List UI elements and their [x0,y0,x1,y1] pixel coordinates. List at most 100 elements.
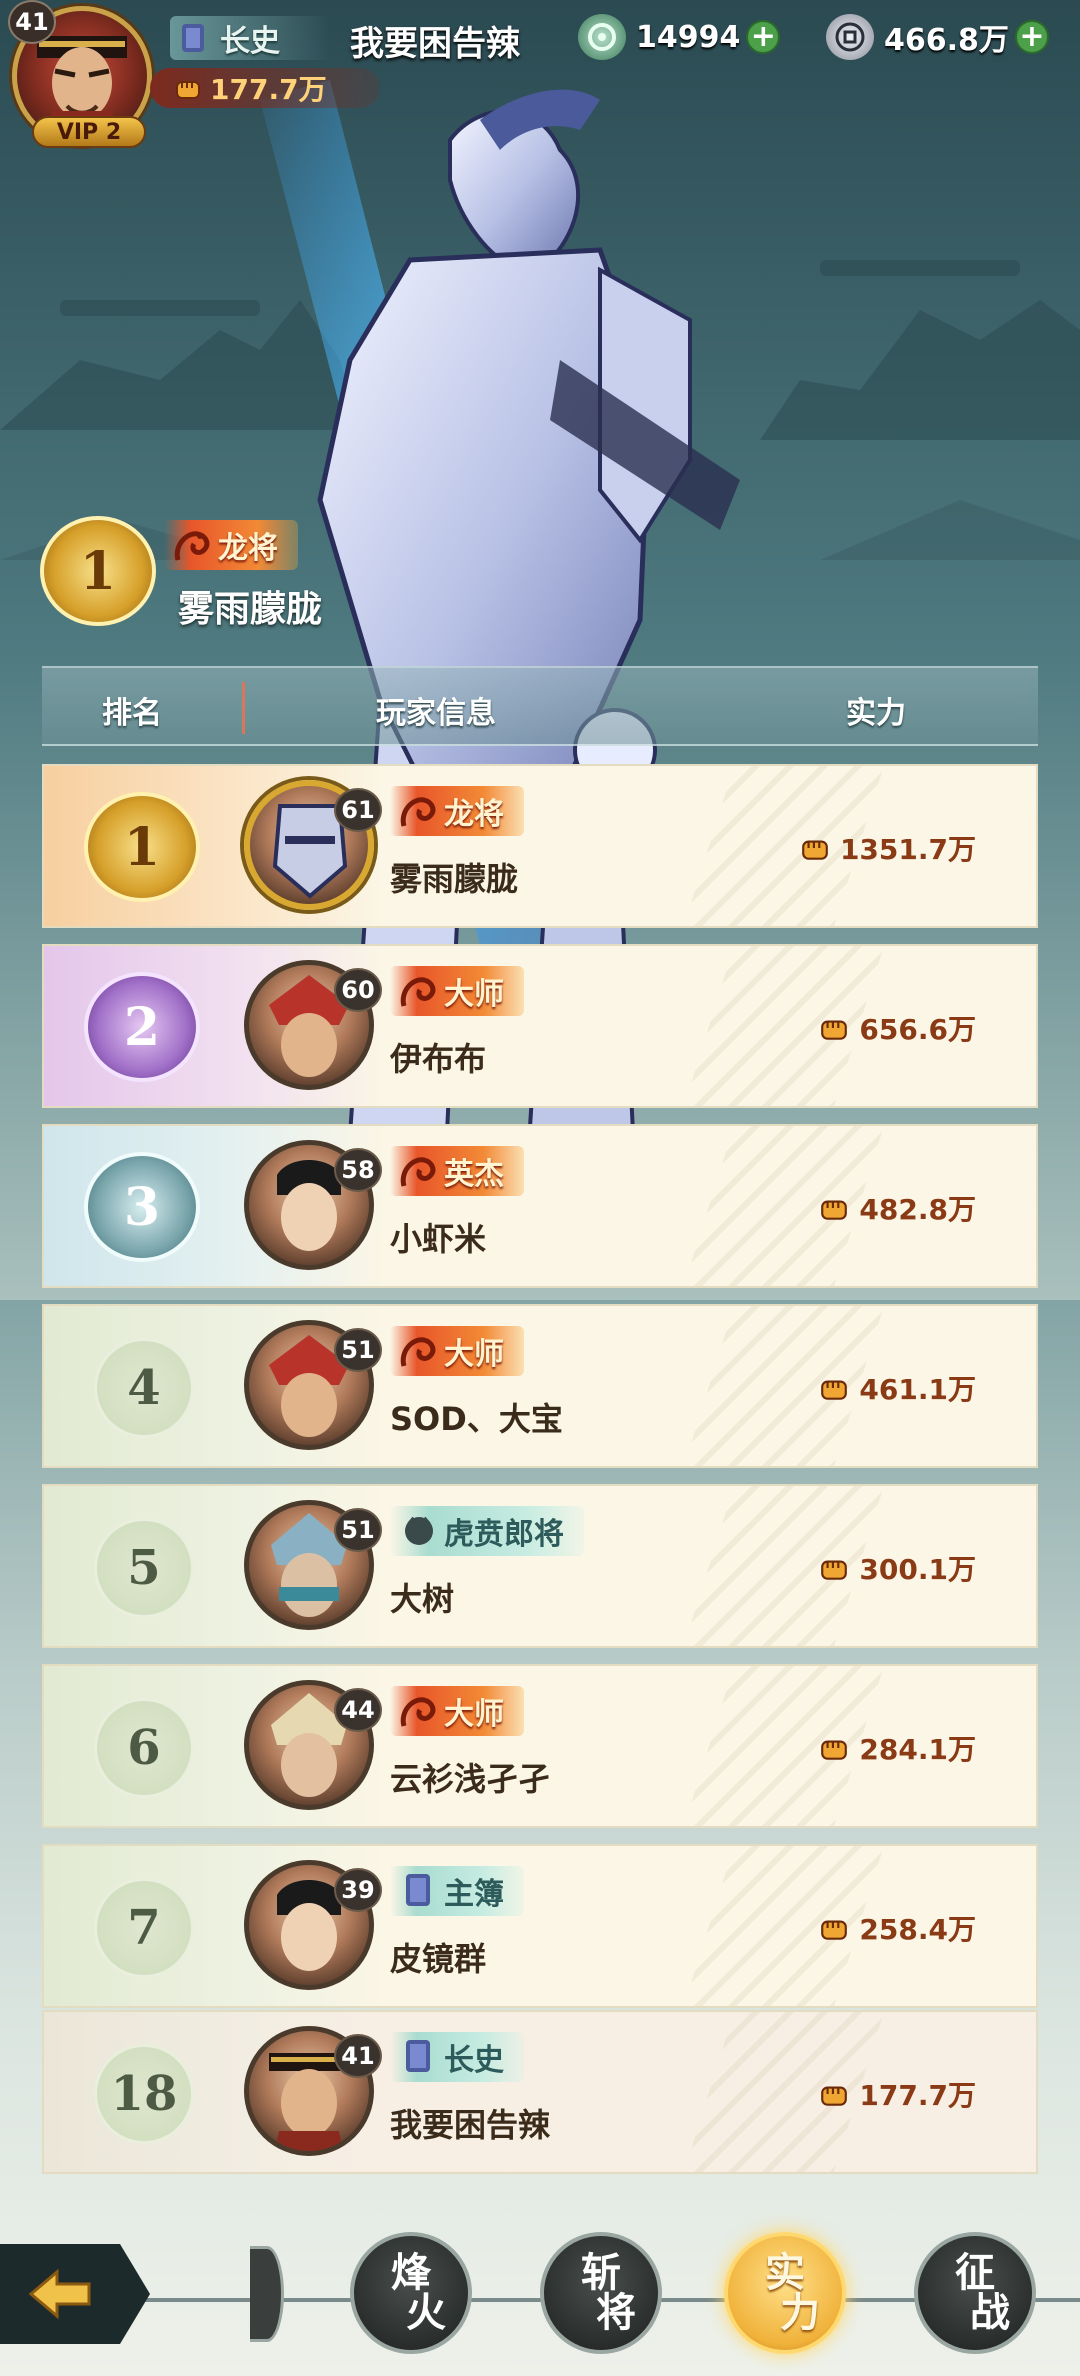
nav-slay-button[interactable]: 斩将 [540,2232,662,2354]
nav-beacon-label-2: 火 [406,2289,446,2336]
fist-icon [821,1380,848,1400]
top-one-highlight: 1 龙将 雾雨朦胧 [40,516,460,636]
dragon-icon [400,977,436,1007]
level-badge: 39 [334,1868,382,1912]
dragon-icon [400,1157,436,1187]
add-silver-button[interactable]: + [1014,20,1049,54]
title-badge: 长史 [390,2032,524,2082]
title-badge: 大师 [390,1326,524,1376]
row-rank: 7 [94,1878,194,1978]
power-value: 300.1万 [819,1548,976,1588]
top-one-name: 雾雨朦胧 [178,589,323,630]
title-text: 英杰 [444,1157,504,1192]
nav-campaign-label-2: 战 [970,2289,1010,2336]
player-rank-title: 长史 [170,16,330,60]
scroll-icon [406,1874,430,1906]
fist-icon [821,1920,848,1940]
title-badge: 英杰 [390,1146,524,1196]
title-badge: 虎贲郎将 [390,1506,584,1556]
player-name: 大树 [390,1580,455,1618]
back-button[interactable] [0,2244,150,2344]
fist-icon [821,1020,848,1040]
fist-icon [821,1200,848,1220]
player-power: 177.7万 [150,68,380,108]
level-badge: 51 [334,1508,382,1552]
jade-amount: 14994 [636,19,741,55]
power-value: 461.1万 [819,1368,976,1408]
level-badge: 58 [334,1148,382,1192]
currency-jade: 14994 + [578,14,781,60]
scroll-icon [182,24,204,52]
level-badge: 44 [334,1688,382,1732]
title-badge: 大师 [390,966,524,1016]
level-badge: 41 [334,2034,382,2078]
header-player-info: 玩家信息 [376,696,496,731]
row-rank: 5 [94,1518,194,1618]
back-arrow-icon [28,2268,91,2320]
fist-icon [176,81,200,99]
bottom-navigation: 烽火 斩将 实力 征战 [0,2214,1080,2376]
top-one-rank: 1 [79,540,117,602]
top-one-title: 龙将 [218,531,278,566]
nav-button-partial[interactable] [250,2246,284,2342]
tiger-icon [405,1516,433,1545]
gold-medal-icon: 1 [84,792,200,902]
title-text: 大师 [444,1337,504,1372]
player-name: SOD、大宝 [390,1400,563,1438]
title-text: 虎贲郎将 [444,1517,564,1552]
row-rank: 3 [123,1176,161,1238]
power-value: 656.6万 [819,1008,976,1048]
table-row[interactable]: 2 60 大师 伊布布 656.6万 [42,944,1038,1108]
table-row[interactable]: 6 44 大师 云衫浅孑孑 284.1万 [42,1664,1038,1828]
title-badge: 龙将 [390,786,524,836]
power-value: 1351.7万 [800,828,976,868]
title-text: 大师 [444,1697,504,1732]
table-row[interactable]: 3 58 英杰 小虾米 482.8万 [42,1124,1038,1288]
nav-power-label-1: 实 [765,2249,805,2296]
title-text: 主簿 [444,1877,504,1912]
power-text: 656.6万 [859,1013,976,1046]
title-text: 长史 [444,2043,504,2078]
purple-medal-icon: 2 [84,972,200,1082]
player-name: 小虾米 [390,1220,487,1258]
player-name: 我要困告辣 [390,2106,551,2144]
player-name: 我要困告辣 [350,24,520,64]
fist-icon [821,2086,848,2106]
row-rank: 2 [123,996,161,1058]
power-value: 284.1万 [819,1728,976,1768]
table-row[interactable]: 7 39 主簿 皮镜群 258.4万 [42,1844,1038,2008]
player-name: 云衫浅孑孑 [390,1760,551,1798]
fist-icon [802,840,828,860]
self-rank-row[interactable]: 18 41 长史 我要困告辣 177.7万 [42,2010,1038,2174]
vip-badge[interactable]: VIP 2 [32,116,146,148]
nav-slay-label-2: 将 [596,2289,636,2336]
power-text: 258.4万 [859,1913,976,1946]
power-text: 1351.7万 [839,833,976,866]
fist-icon [821,1740,848,1760]
table-row[interactable]: 1 61 龙将 雾雨朦胧 1351.7万 [42,764,1038,928]
nav-beacon-button[interactable]: 烽火 [350,2232,472,2354]
power-value: 482.8万 [819,1188,976,1228]
nav-power-button[interactable]: 实力 [724,2232,846,2354]
power-text: 482.8万 [859,1193,976,1226]
level-badge: 61 [334,788,382,832]
table-header: 排名 玩家信息 实力 [42,666,1038,746]
table-row[interactable]: 5 51 虎贲郎将 大树 300.1万 [42,1484,1038,1648]
player-name: 雾雨朦胧 [390,860,519,898]
player-power-value: 177.7万 [210,73,327,106]
power-text: 177.7万 [859,2079,976,2112]
table-row[interactable]: 4 51 大师 SOD、大宝 461.1万 [42,1304,1038,1468]
player-name: 伊布布 [390,1040,487,1078]
level-badge: 51 [334,1328,382,1372]
scroll-icon [406,2040,430,2072]
row-rank: 1 [123,816,161,878]
add-jade-button[interactable]: + [746,20,781,54]
fist-icon [821,1560,848,1580]
power-text: 461.1万 [859,1373,976,1406]
top-bar: 41 VIP 2 长史 我要困告辣 177.7万 14994 + 466.8万 … [0,0,1080,148]
jade-coin-icon [578,14,626,60]
row-rank: 6 [94,1698,194,1798]
self-rank: 18 [94,2044,194,2144]
nav-campaign-button[interactable]: 征战 [914,2232,1036,2354]
player-avatar[interactable]: 41 VIP 2 [8,0,158,150]
